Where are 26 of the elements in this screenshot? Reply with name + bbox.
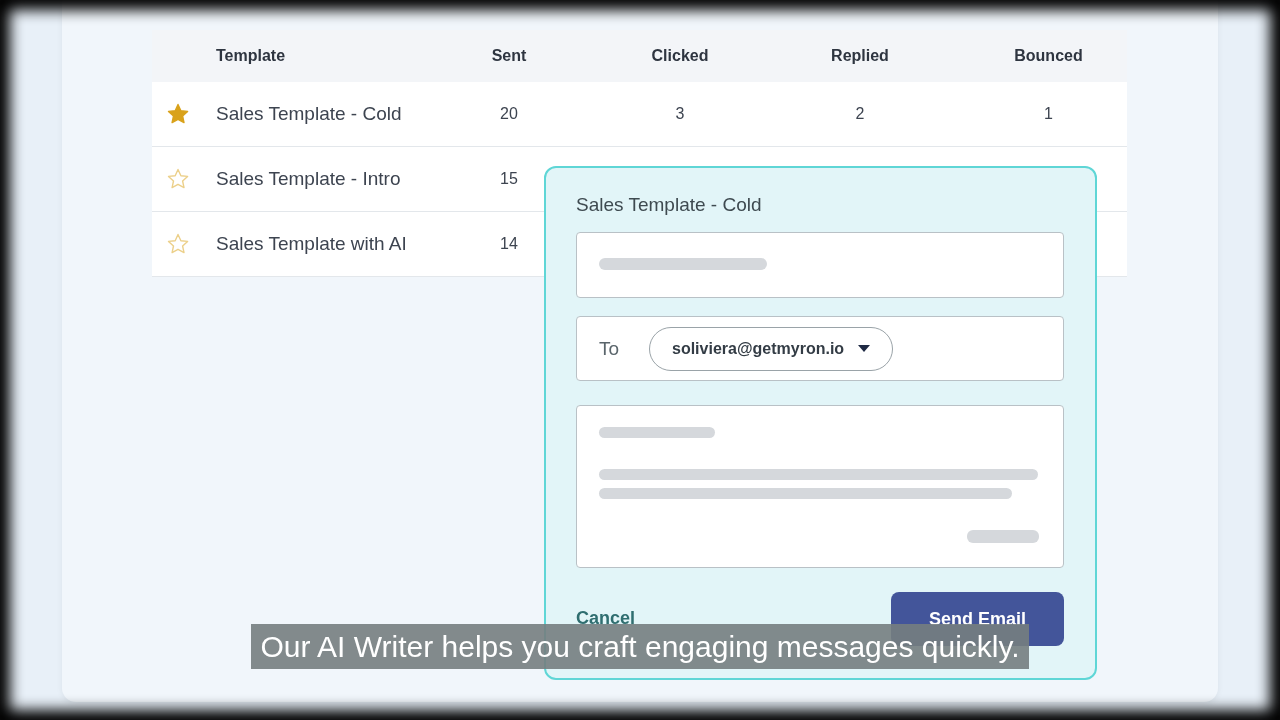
subject-field[interactable] <box>576 232 1064 298</box>
subtitle-overlay: Our AI Writer helps you craft engaging messages quickly. <box>251 624 1029 669</box>
message-field[interactable] <box>576 405 1064 568</box>
table-cell: 20 <box>500 105 518 122</box>
dialog-title: Sales Template - Cold <box>576 194 762 215</box>
column-header: Replied <box>831 47 889 64</box>
table-cell: 3 <box>675 105 685 122</box>
recipient-field[interactable]: To soliviera@getmyron.io <box>576 316 1064 381</box>
column-header: Bounced <box>1014 47 1083 64</box>
skeleton-line <box>967 530 1039 543</box>
table-cell: 1 <box>1044 105 1053 122</box>
column-header: Template <box>215 47 286 64</box>
column-header: Clicked <box>651 47 709 64</box>
template-name[interactable]: Sales Template - Cold <box>204 103 402 124</box>
caret-icon <box>858 345 871 352</box>
star-icon[interactable] <box>166 167 190 191</box>
star-icon[interactable] <box>166 232 190 256</box>
recipient-chip[interactable]: soliviera@getmyron.io <box>649 326 894 371</box>
template-name[interactable]: Sales Template - Intro <box>204 168 401 189</box>
template-name[interactable]: Sales Template with AI <box>204 233 407 254</box>
to-label: To <box>599 337 621 360</box>
table-cell: 14 <box>500 235 518 252</box>
table-cell: 2 <box>855 105 865 122</box>
column-header: Sent <box>491 47 527 64</box>
table-cell: 15 <box>500 170 518 187</box>
star-icon[interactable] <box>166 102 190 126</box>
